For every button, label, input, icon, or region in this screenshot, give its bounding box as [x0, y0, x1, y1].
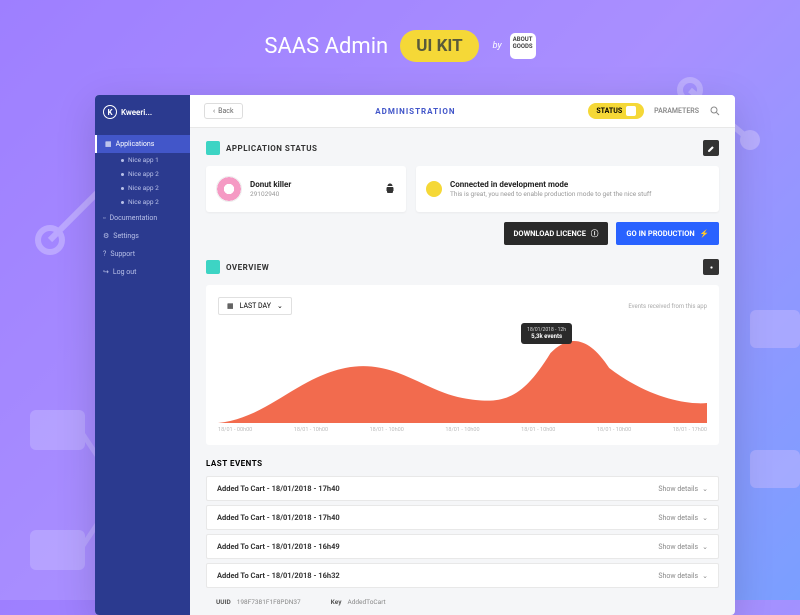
section-icon	[206, 260, 220, 274]
event-row[interactable]: Added To Cart - 18/01/2018 - 17h40Show d…	[206, 505, 719, 530]
topbar: ‹Back ADMINISTRATION STATUS PARAMETERS	[190, 95, 735, 128]
status-dot-icon	[426, 181, 442, 197]
app-window: K Kweeri... ▦Applications Nice app 1 Nic…	[95, 95, 735, 615]
period-select[interactable]: ▦LAST DAY⌄	[218, 297, 292, 315]
sidebar-sub-app1[interactable]: Nice app 1	[113, 153, 190, 167]
status-square-icon	[626, 106, 636, 116]
android-icon	[384, 182, 396, 196]
show-details[interactable]: Show details⌄	[658, 485, 708, 493]
brand-name: Kweeri...	[121, 108, 152, 117]
chevron-down-icon: ⌄	[702, 514, 708, 522]
event-row[interactable]: Added To Cart - 18/01/2018 - 16h49Show d…	[206, 534, 719, 559]
info-icon: ⓘ	[591, 228, 599, 239]
calendar-icon: ▦	[227, 302, 234, 310]
brand: K Kweeri...	[95, 105, 190, 129]
sidebar-item-logout[interactable]: ↪Log out	[95, 263, 190, 281]
chevron-left-icon: ‹	[213, 107, 215, 115]
sidebar: K Kweeri... ▦Applications Nice app 1 Nic…	[95, 95, 190, 615]
section-title-overview: OVERVIEW	[226, 263, 697, 272]
show-details[interactable]: Show details⌄	[658, 543, 708, 551]
promo-title: SAAS Admin	[264, 34, 388, 59]
sidebar-item-documentation[interactable]: ▫Documentation	[95, 209, 190, 227]
chevron-down-icon: ⌄	[702, 485, 708, 493]
app-name: Donut killer	[250, 180, 291, 189]
show-details[interactable]: Show details⌄	[658, 514, 708, 522]
sidebar-sub-app2[interactable]: Nice app 2	[113, 167, 190, 181]
edit-button[interactable]	[703, 140, 719, 156]
sidebar-item-applications[interactable]: ▦Applications	[95, 135, 190, 153]
main: ‹Back ADMINISTRATION STATUS PARAMETERS A…	[190, 95, 735, 615]
back-button[interactable]: ‹Back	[204, 103, 243, 119]
sidebar-sub-app3[interactable]: Nice app 2	[113, 181, 190, 195]
connection-sub: This is great, you need to enable produc…	[450, 190, 651, 198]
connection-title: Connected in development mode	[450, 180, 651, 189]
chart-tooltip: 18/01/2018 - 12h 5,3k events	[521, 323, 572, 344]
chart-legend: Events received from this app	[628, 303, 707, 310]
section-icon	[206, 141, 220, 155]
event-expanded: UUID198F7381F1F8PDN37 KeyAddedToCart	[206, 592, 719, 612]
section-title-status: APPLICATION STATUS	[226, 144, 697, 153]
chart-card: ▦LAST DAY⌄ Events received from this app…	[206, 285, 719, 445]
page-title: ADMINISTRATION	[253, 107, 579, 116]
chevron-down-icon: ⌄	[702, 572, 708, 580]
status-pill[interactable]: STATUS	[588, 103, 644, 119]
promo-pill: UI KIT	[400, 30, 478, 62]
promo-logo: ABOUT GOODS	[510, 33, 536, 59]
event-row[interactable]: Added To Cart - 18/01/2018 - 17h40Show d…	[206, 476, 719, 501]
download-licence-button[interactable]: DOWNLOAD LICENCEⓘ	[504, 222, 609, 245]
donut-icon	[216, 176, 242, 202]
promo-by: by	[493, 41, 502, 51]
sidebar-item-support[interactable]: ?Support	[95, 245, 190, 263]
settings-button[interactable]	[703, 259, 719, 275]
show-details[interactable]: Show details⌄	[658, 572, 708, 580]
event-row[interactable]: Added To Cart - 18/01/2018 - 16h32Show d…	[206, 563, 719, 588]
search-icon[interactable]	[709, 105, 721, 117]
sidebar-sub-app4[interactable]: Nice app 2	[113, 195, 190, 209]
parameters-link[interactable]: PARAMETERS	[654, 107, 699, 115]
events-title: LAST EVENTS	[206, 459, 719, 468]
app-card: Donut killer 29102940	[206, 166, 406, 212]
chart-area: 18/01/2018 - 12h 5,3k events	[218, 323, 707, 423]
app-id: 29102940	[250, 190, 291, 198]
x-axis-labels: 18/01 - 00h0018/01 - 10h0018/01 - 10h001…	[218, 427, 707, 433]
chevron-down-icon: ⌄	[277, 302, 283, 310]
brand-icon: K	[103, 105, 117, 119]
go-production-button[interactable]: GO IN PRODUCTION⚡	[616, 222, 719, 245]
sidebar-item-settings[interactable]: ⚙Settings	[95, 227, 190, 245]
chevron-down-icon: ⌄	[702, 543, 708, 551]
bolt-icon: ⚡	[700, 229, 709, 238]
connection-card: Connected in development mode This is gr…	[416, 166, 719, 212]
promo-header: SAAS Admin UI KIT by ABOUT GOODS	[0, 0, 800, 80]
